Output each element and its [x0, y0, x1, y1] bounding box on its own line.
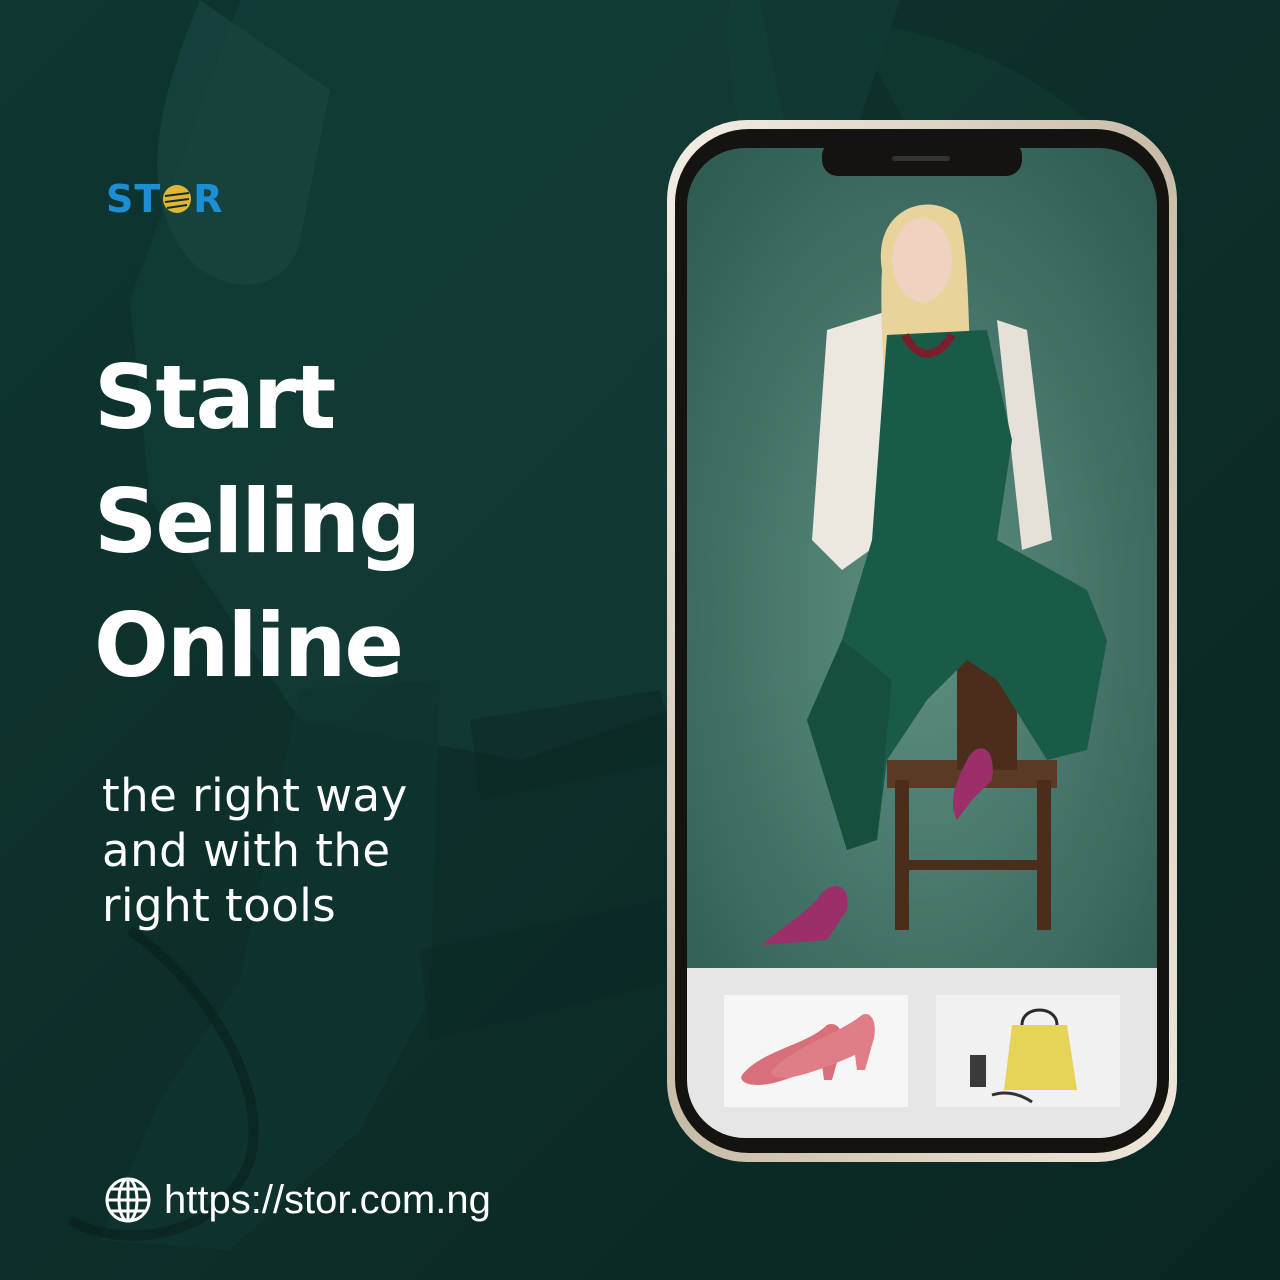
subheadline-line-1: the right way [102, 769, 408, 822]
website-url[interactable]: https://stor.com.ng [164, 1178, 491, 1223]
website-link[interactable]: https://stor.com.ng [104, 1176, 491, 1224]
phone-mockup [667, 120, 1177, 1162]
subheadline: the right way and with the right tools [102, 768, 408, 933]
headline: Start Selling Online [94, 336, 421, 708]
subheadline-line-2: and with the [102, 824, 391, 877]
globe-icon [105, 1177, 151, 1223]
headline-line-2: Selling [94, 470, 421, 573]
logo-globe-icon [163, 185, 192, 213]
stor-logo: ST R [106, 176, 224, 222]
logo-text-left: ST [106, 177, 162, 221]
product-card-handbag[interactable] [936, 995, 1120, 1107]
subheadline-line-3: right tools [102, 879, 337, 932]
headline-line-3: Online [94, 594, 404, 697]
headline-line-1: Start [94, 346, 336, 449]
product-card-shoes[interactable] [724, 995, 908, 1107]
logo-text-right: R [193, 177, 224, 221]
